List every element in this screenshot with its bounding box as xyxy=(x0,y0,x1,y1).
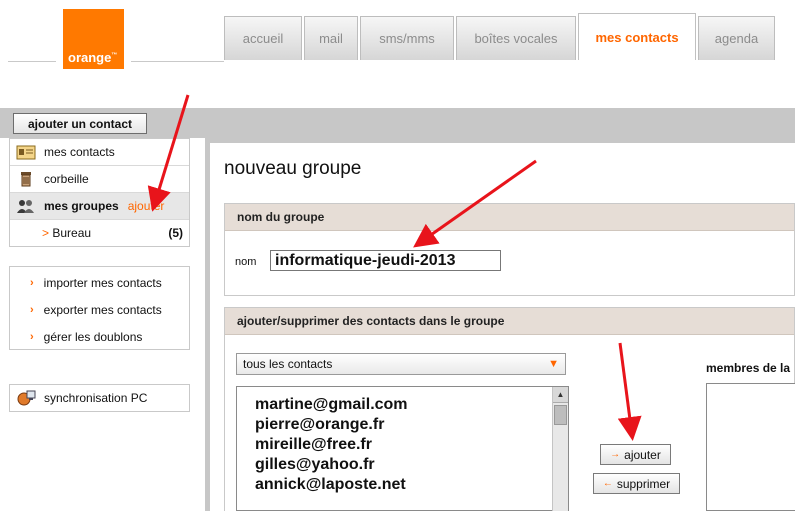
import-contacts-link[interactable]: › importer mes contacts xyxy=(10,269,189,296)
group-name: Bureau xyxy=(52,226,92,240)
header-divider-middle xyxy=(131,61,224,62)
main-tabs: accueil mail sms/mms boîtes vocales mes cont… xyxy=(224,13,777,60)
add-member-button[interactable]: → ajouter xyxy=(600,444,671,465)
tab-mail[interactable]: mail xyxy=(304,16,358,60)
scroll-thumb[interactable] xyxy=(554,405,567,425)
tab-bo-tes-vocales[interactable]: boîtes vocales xyxy=(456,16,576,60)
select-value: tous les contacts xyxy=(243,357,333,371)
link-label: importer mes contacts xyxy=(43,275,162,290)
contacts-listbox[interactable]: martine@gmail.com pierre@orange.fr mireill… xyxy=(236,386,569,511)
button-label: supprimer xyxy=(616,476,671,491)
list-item[interactable]: pierre@orange.fr xyxy=(237,415,568,435)
logo-text: orange xyxy=(68,50,112,65)
link-label: gérer les doublons xyxy=(43,329,143,344)
sidebar-item-groups[interactable]: mes groupes ajouter xyxy=(10,193,189,220)
sidebar-links: › importer mes contacts › exporter mes con… xyxy=(9,266,190,350)
chevron-right-icon: › xyxy=(30,276,34,289)
list-item[interactable]: martine@gmail.com xyxy=(237,395,568,415)
sidebar-item-label: corbeille xyxy=(44,172,89,186)
sync-pc-item[interactable]: synchronisation PC xyxy=(9,384,190,412)
group-name-input[interactable]: informatique-jeudi-2013 xyxy=(270,250,501,271)
tab-accueil[interactable]: accueil xyxy=(224,16,302,60)
list-item[interactable]: mireille@free.fr xyxy=(237,435,568,455)
export-contacts-link[interactable]: › exporter mes contacts xyxy=(10,296,189,323)
logo-trademark: ™ xyxy=(111,52,118,59)
sidebar-item-label: mes contacts xyxy=(44,145,115,159)
group-people-icon xyxy=(16,198,36,214)
remove-member-button[interactable]: ← supprimer xyxy=(593,473,680,494)
contacts-filter-select[interactable]: tous les contacts ▼ xyxy=(236,353,566,375)
tab-agenda[interactable]: agenda xyxy=(698,16,775,60)
section-header: ajouter/supprimer des contacts dans le g… xyxy=(225,308,794,335)
sidebar-nav: mes contacts corbeille mes groupes ajout… xyxy=(9,138,190,247)
trash-bin-icon xyxy=(16,171,36,187)
chevron-right-icon: › xyxy=(30,330,34,343)
dropdown-arrow-icon: ▼ xyxy=(548,358,559,370)
add-contact-button[interactable]: ajouter un contact xyxy=(13,113,147,134)
header-divider-left xyxy=(8,61,56,62)
link-label: exporter mes contacts xyxy=(43,302,162,317)
tab-mes-contacts[interactable]: mes contacts xyxy=(578,13,696,60)
orange-logo[interactable]: orange™ xyxy=(63,9,124,69)
button-label: ajouter xyxy=(624,447,661,462)
listbox-scrollbar[interactable]: ▲ xyxy=(552,387,568,511)
section-header: nom du groupe xyxy=(225,204,794,231)
tab-sms-mms[interactable]: sms/mms xyxy=(360,16,454,60)
list-item[interactable]: annick@laposte.net xyxy=(237,475,568,495)
sync-pc-icon xyxy=(16,390,36,406)
members-listbox[interactable] xyxy=(706,383,795,511)
chevron-right-icon: > xyxy=(42,226,50,240)
group-name-label: nom xyxy=(235,256,257,268)
group-item-bureau[interactable]: > Bureau (5) xyxy=(10,220,189,246)
contacts-list: martine@gmail.com pierre@orange.fr mireill… xyxy=(237,387,568,495)
contacts-card-icon xyxy=(16,144,36,160)
add-group-link[interactable]: ajouter xyxy=(128,199,165,213)
sidebar-item-contacts[interactable]: mes contacts xyxy=(10,139,189,166)
scroll-up-icon[interactable]: ▲ xyxy=(553,387,568,403)
sidebar-item-trash[interactable]: corbeille xyxy=(10,166,189,193)
chevron-right-icon: › xyxy=(30,303,34,316)
manage-duplicates-link[interactable]: › gérer les doublons xyxy=(10,323,189,350)
sidebar-item-label: mes groupes xyxy=(44,199,119,213)
group-count: (5) xyxy=(168,226,183,240)
arrow-right-icon: → xyxy=(610,449,621,460)
list-item[interactable]: gilles@yahoo.fr xyxy=(237,455,568,475)
arrow-left-icon: ← xyxy=(602,478,613,489)
sync-label: synchronisation PC xyxy=(44,391,148,405)
page-title: nouveau groupe xyxy=(224,158,362,179)
members-label: membres de la xyxy=(706,361,791,375)
